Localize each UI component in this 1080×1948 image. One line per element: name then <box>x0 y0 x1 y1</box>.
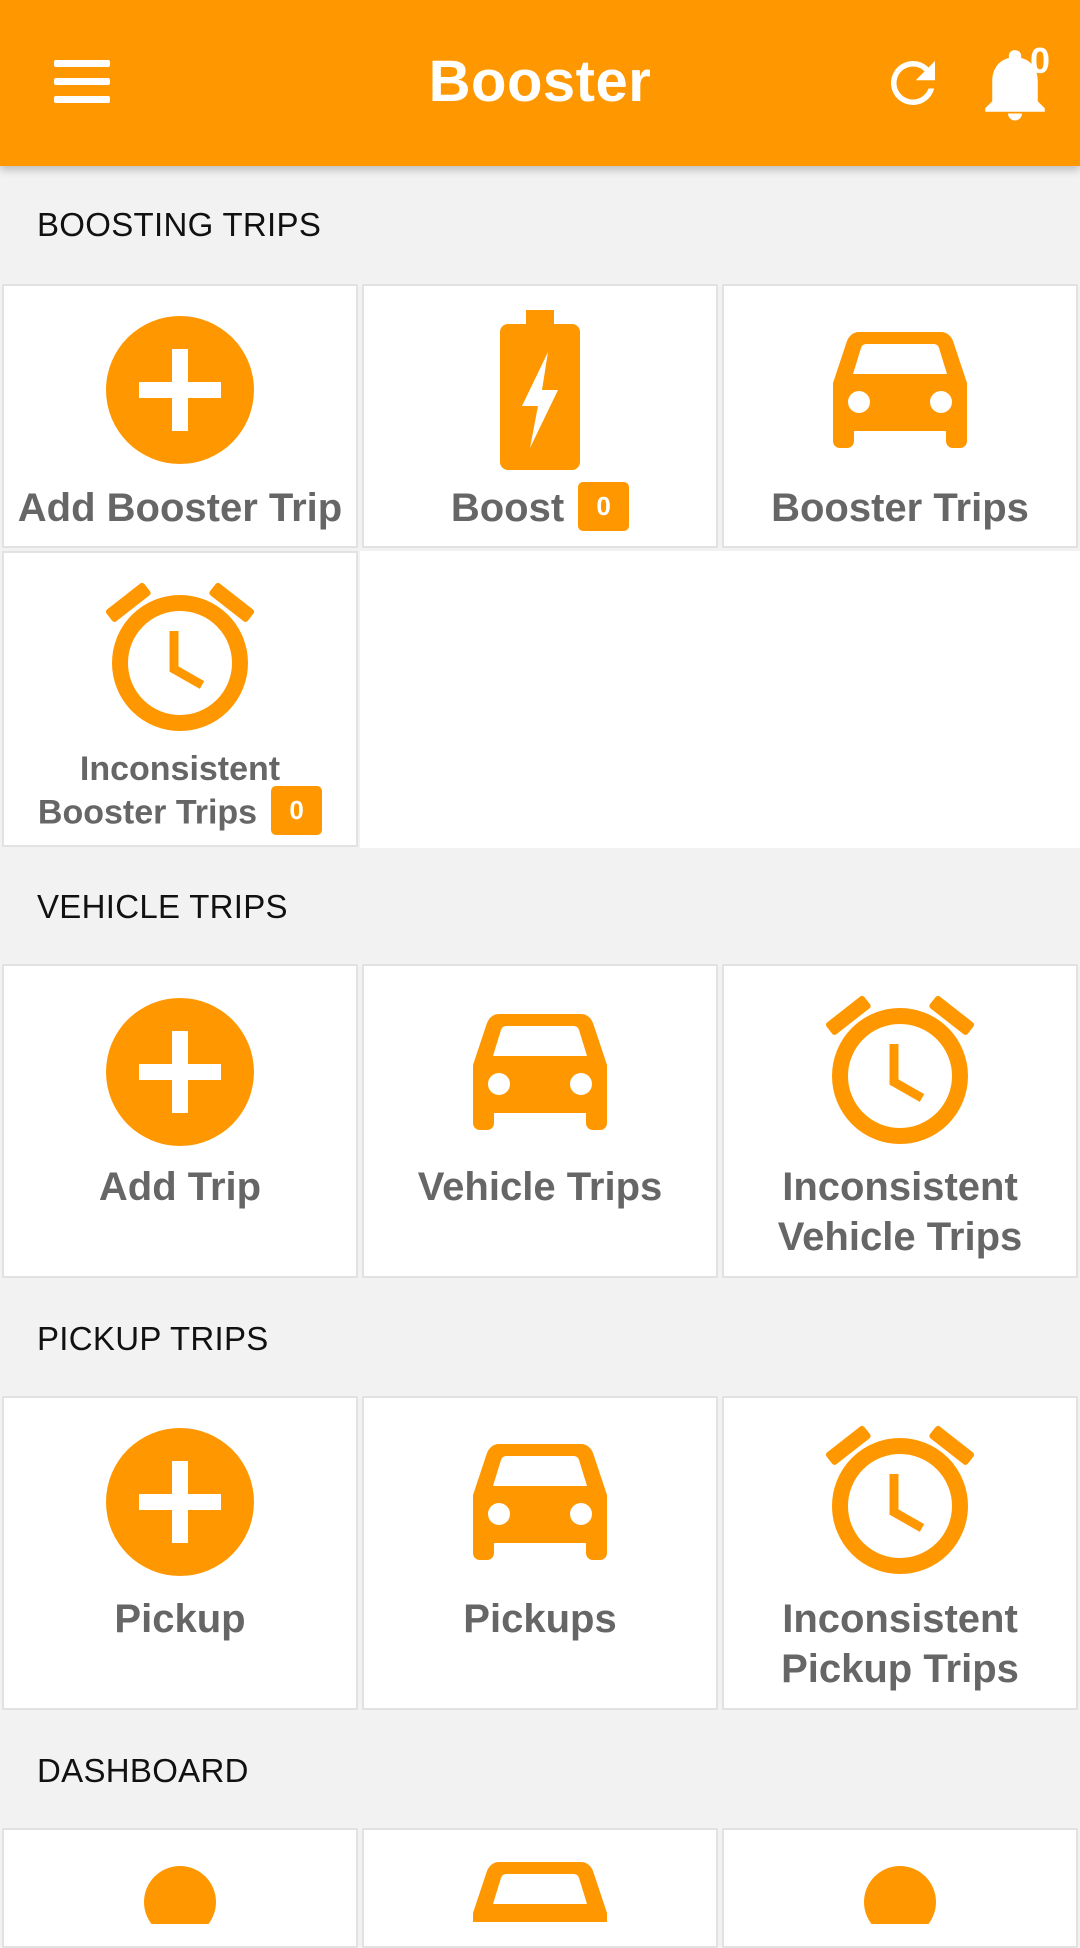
section-header-boosting-trips: BOOSTING TRIPS <box>0 166 1080 284</box>
count-badge: 0 <box>578 481 630 531</box>
tile-dashboard-1[interactable] <box>2 1828 358 1948</box>
tile-pickups[interactable]: Pickups <box>362 1396 718 1710</box>
tile-label: Vehicle Trips <box>417 1165 663 1209</box>
tile-label-line1: Inconsistent <box>782 1165 1018 1209</box>
alarm-clock-icon <box>825 1425 975 1574</box>
tile-label-line1: Inconsistent <box>79 750 281 788</box>
tile-label-line2: Booster Trips <box>37 793 258 832</box>
tile-label: Pickups <box>463 1597 617 1641</box>
tile-pickup[interactable]: Pickup <box>2 1396 358 1710</box>
add-circle-icon <box>106 316 254 464</box>
tile-add-booster-trip[interactable]: Add Booster Trip <box>2 284 358 548</box>
tile-inconsistent-vehicle-trips[interactable]: Inconsistent Vehicle Trips <box>722 964 1078 1278</box>
tile-label: Pickup <box>114 1597 246 1641</box>
alarm-clock-icon <box>105 582 255 731</box>
add-circle-icon <box>106 1428 254 1576</box>
tile-inconsistent-pickup-trips[interactable]: Inconsistent Pickup Trips <box>722 1396 1078 1710</box>
app-bar: Booster 0 <box>0 0 1080 166</box>
tile-boost[interactable]: Boost 0 <box>362 284 718 548</box>
tile-label: Boost <box>450 486 565 530</box>
tile-vehicle-trips[interactable]: Vehicle Trips <box>362 964 718 1278</box>
section-header-pickup-trips: PICKUP TRIPS <box>0 1280 1080 1398</box>
tile-label: Add Trip <box>98 1165 262 1209</box>
car-icon <box>473 1014 607 1130</box>
alarm-clock-icon <box>825 995 975 1144</box>
tile-label-line1: Inconsistent <box>782 1597 1018 1641</box>
tile-label: Add Booster Trip <box>17 486 343 530</box>
add-circle-icon <box>106 998 254 1146</box>
car-icon <box>833 332 967 448</box>
tile-label: Booster Trips <box>771 486 1029 530</box>
car-icon <box>473 1862 607 1922</box>
tile-add-trip[interactable]: Add Trip <box>2 964 358 1278</box>
empty-grid-area <box>360 551 1080 848</box>
section-header-dashboard: DASHBOARD <box>0 1712 1080 1830</box>
tile-inconsistent-booster-trips[interactable]: Inconsistent Booster Trips 0 <box>2 551 358 847</box>
refresh-icon[interactable] <box>880 50 946 116</box>
tile-label-line2: Pickup Trips <box>781 1647 1019 1691</box>
person-icon <box>864 1866 936 1924</box>
tile-dashboard-2[interactable] <box>362 1828 718 1948</box>
notification-count: 0 <box>1030 40 1051 81</box>
section-header-vehicle-trips: VEHICLE TRIPS <box>0 848 1080 966</box>
tile-dashboard-3[interactable] <box>722 1828 1078 1948</box>
person-icon <box>144 1866 216 1924</box>
battery-charging-icon <box>500 310 580 470</box>
tile-booster-trips[interactable]: Booster Trips <box>722 284 1078 548</box>
car-icon <box>473 1444 607 1560</box>
count-badge: 0 <box>271 786 323 835</box>
tile-label-line2: Vehicle Trips <box>777 1215 1023 1259</box>
